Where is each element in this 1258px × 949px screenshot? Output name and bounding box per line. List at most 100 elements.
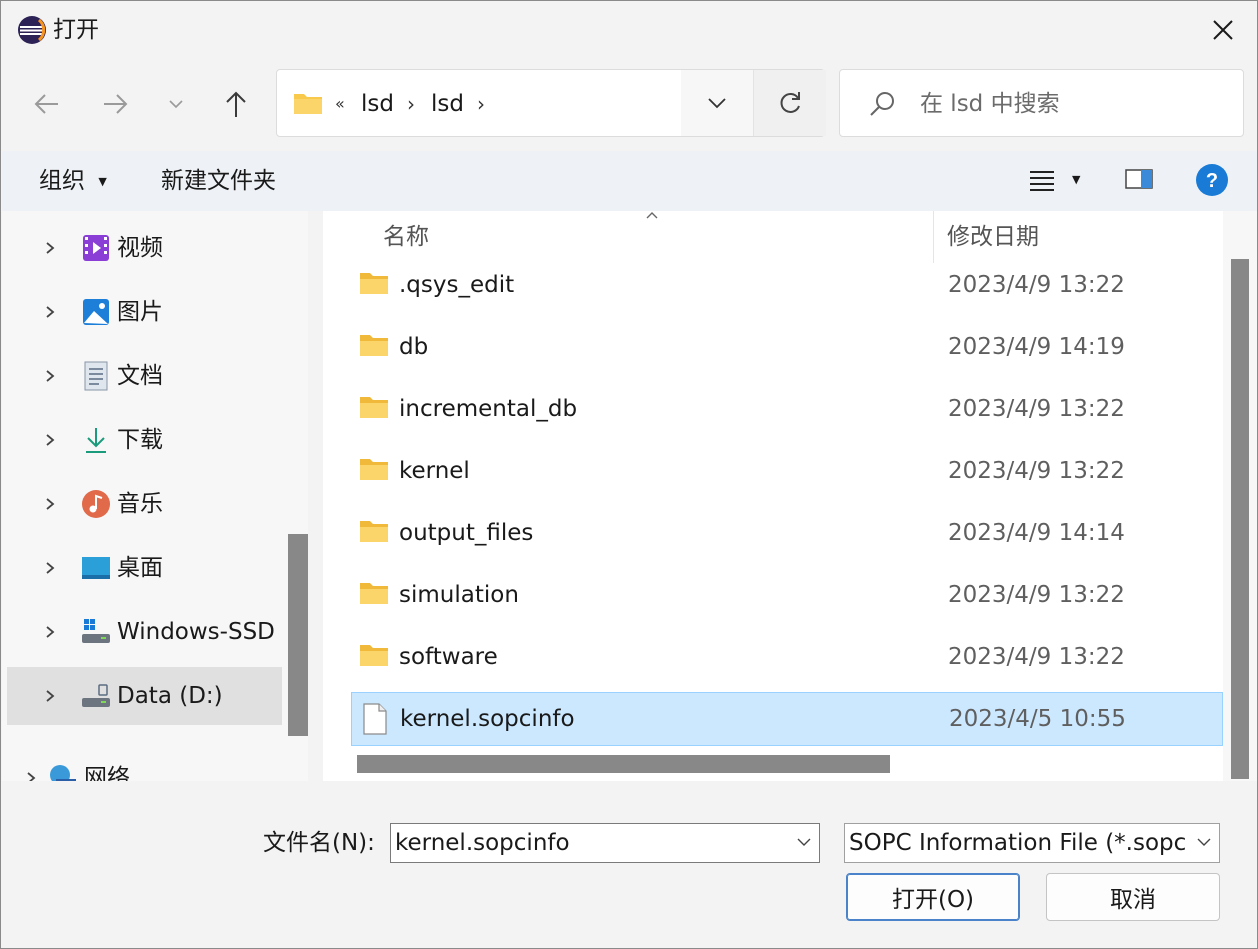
- filename-label: 文件名(N):: [263, 830, 375, 856]
- file-row[interactable]: output_files 2023/4/9 14:14: [351, 507, 1223, 561]
- file-name: .qsys_edit: [399, 272, 515, 298]
- chevron-down-icon: [1197, 838, 1211, 846]
- file-type-select[interactable]: SOPC Information File (*.sopcinfo): [844, 823, 1220, 863]
- breadcrumb-separator[interactable]: ›: [477, 88, 485, 120]
- breadcrumb-item[interactable]: lsd: [431, 88, 464, 120]
- address-history-button[interactable]: [681, 70, 753, 136]
- chevron-down-icon[interactable]: [797, 838, 811, 847]
- sidebar-item-label: 视频: [117, 235, 163, 261]
- search-placeholder: 在 lsd 中搜索: [920, 91, 1060, 117]
- open-button[interactable]: 打开(O): [846, 873, 1020, 921]
- refresh-button[interactable]: [753, 70, 826, 136]
- new-folder-button[interactable]: 新建文件夹: [161, 165, 276, 197]
- cancel-button[interactable]: 取消: [1046, 873, 1220, 921]
- pictures-icon: [83, 299, 109, 325]
- preview-pane-button[interactable]: [1124, 167, 1154, 195]
- file-date: 2023/4/9 13:22: [948, 272, 1125, 298]
- sidebar-item-documents[interactable]: 文档: [7, 347, 282, 405]
- caret-down-icon[interactable]: ▼: [1072, 173, 1080, 186]
- navigation-scrollbar[interactable]: [288, 534, 308, 736]
- eclipse-app-icon: [17, 15, 47, 45]
- breadcrumb-overflow[interactable]: «: [335, 88, 345, 120]
- open-file-dialog: 打开 « lsd › lsd › 在 lsd 中搜索 组织 ▼ 新建文件夹 ▼ …: [0, 0, 1258, 949]
- sidebar-item-label: 桌面: [117, 555, 163, 581]
- forward-button[interactable]: [95, 84, 135, 124]
- file-row[interactable]: db 2023/4/9 14:19: [351, 321, 1223, 375]
- navigation-pane[interactable]: 视频 图片 文档 下载 音乐 桌面 Windows-SSD Data (D:) …: [2, 211, 308, 781]
- arrow-up-icon: [226, 91, 246, 117]
- close-icon: [1213, 20, 1233, 40]
- sidebar-item-label: 图片: [117, 299, 163, 325]
- organize-menu[interactable]: 组织 ▼: [39, 165, 107, 198]
- file-date: 2023/4/5 10:55: [949, 706, 1126, 732]
- back-button[interactable]: [27, 84, 67, 124]
- chevron-right-icon[interactable]: [45, 433, 55, 447]
- chevron-right-icon[interactable]: [45, 561, 55, 575]
- list-view-icon: [1030, 171, 1054, 191]
- sidebar-item-music[interactable]: 音乐: [7, 475, 282, 533]
- chevron-right-icon[interactable]: [45, 625, 55, 639]
- sidebar-item-data-drive[interactable]: Data (D:): [7, 667, 282, 725]
- chevron-right-icon[interactable]: [45, 369, 55, 383]
- folder-icon: [360, 335, 388, 356]
- music-icon: [82, 490, 110, 518]
- horizontal-scrollbar[interactable]: [357, 755, 890, 773]
- help-button[interactable]: ?: [1195, 163, 1229, 201]
- sidebar-item-downloads[interactable]: 下载: [7, 411, 282, 469]
- file-row[interactable]: kernel.sopcinfo 2023/4/5 10:55: [351, 692, 1223, 746]
- dialog-footer: [2, 781, 1257, 947]
- close-button[interactable]: [1197, 9, 1249, 51]
- search-icon: [868, 90, 896, 122]
- up-button[interactable]: [216, 84, 256, 124]
- arrow-left-icon: [34, 94, 58, 114]
- file-list[interactable]: 名称 修改日期 .qsys_edit 2023/4/9 13:22 db 202…: [323, 211, 1223, 781]
- file-type-value: SOPC Information File (*.sopcinfo): [849, 830, 1220, 856]
- arrow-right-icon: [104, 94, 128, 114]
- folder-icon: [360, 459, 388, 480]
- command-toolbar: 组织 ▼ 新建文件夹 ▼ ?: [2, 151, 1257, 211]
- sidebar-item-pictures[interactable]: 图片: [7, 283, 282, 341]
- file-icon: [363, 703, 387, 735]
- sidebar-item-windows-ssd[interactable]: Windows-SSD: [7, 603, 282, 661]
- sidebar-item-desktop[interactable]: 桌面: [7, 539, 282, 597]
- file-row[interactable]: simulation 2023/4/9 13:22: [351, 569, 1223, 623]
- file-name: kernel: [399, 458, 470, 484]
- recent-locations-button[interactable]: [156, 84, 196, 124]
- folder-icon: [360, 521, 388, 542]
- file-date: 2023/4/9 13:22: [948, 458, 1125, 484]
- file-row[interactable]: incremental_db 2023/4/9 13:22: [351, 383, 1223, 437]
- sort-ascending-icon: [646, 212, 658, 219]
- file-name: output_files: [399, 520, 534, 546]
- download-icon: [86, 428, 106, 453]
- column-divider[interactable]: [933, 211, 934, 263]
- column-header-date[interactable]: 修改日期: [947, 221, 1039, 253]
- svg-text:?: ?: [1206, 170, 1218, 192]
- file-date: 2023/4/9 13:22: [948, 582, 1125, 608]
- vertical-scrollbar[interactable]: [1231, 259, 1249, 779]
- file-date: 2023/4/9 14:14: [948, 520, 1125, 546]
- breadcrumb-item[interactable]: lsd: [361, 88, 394, 120]
- filename-input[interactable]: kernel.sopcinfo: [390, 823, 820, 863]
- file-row[interactable]: kernel 2023/4/9 13:22: [351, 445, 1223, 499]
- chevron-right-icon[interactable]: [45, 497, 55, 511]
- view-options-button[interactable]: [1028, 169, 1056, 197]
- sidebar-item-videos[interactable]: 视频: [7, 219, 282, 277]
- column-header-name[interactable]: 名称: [383, 221, 429, 253]
- chevron-down-icon: [708, 98, 726, 109]
- breadcrumb-separator[interactable]: ›: [407, 88, 415, 120]
- search-box[interactable]: 在 lsd 中搜索: [839, 69, 1244, 137]
- file-row[interactable]: software 2023/4/9 13:22: [351, 631, 1223, 685]
- filename-value: kernel.sopcinfo: [395, 830, 570, 856]
- chevron-right-icon[interactable]: [45, 689, 55, 703]
- file-name: db: [399, 334, 429, 360]
- address-bar[interactable]: « lsd › lsd ›: [276, 69, 826, 137]
- file-row[interactable]: .qsys_edit 2023/4/9 13:22: [351, 259, 1223, 313]
- chevron-right-icon[interactable]: [45, 241, 55, 255]
- desktop-icon: [82, 557, 110, 579]
- chevron-right-icon[interactable]: [45, 305, 55, 319]
- sidebar-item-network[interactable]: 网络: [2, 749, 263, 781]
- network-icon: [50, 765, 76, 781]
- folder-icon: [360, 397, 388, 418]
- chevron-right-icon[interactable]: [26, 771, 36, 781]
- drive-icon: [82, 684, 110, 707]
